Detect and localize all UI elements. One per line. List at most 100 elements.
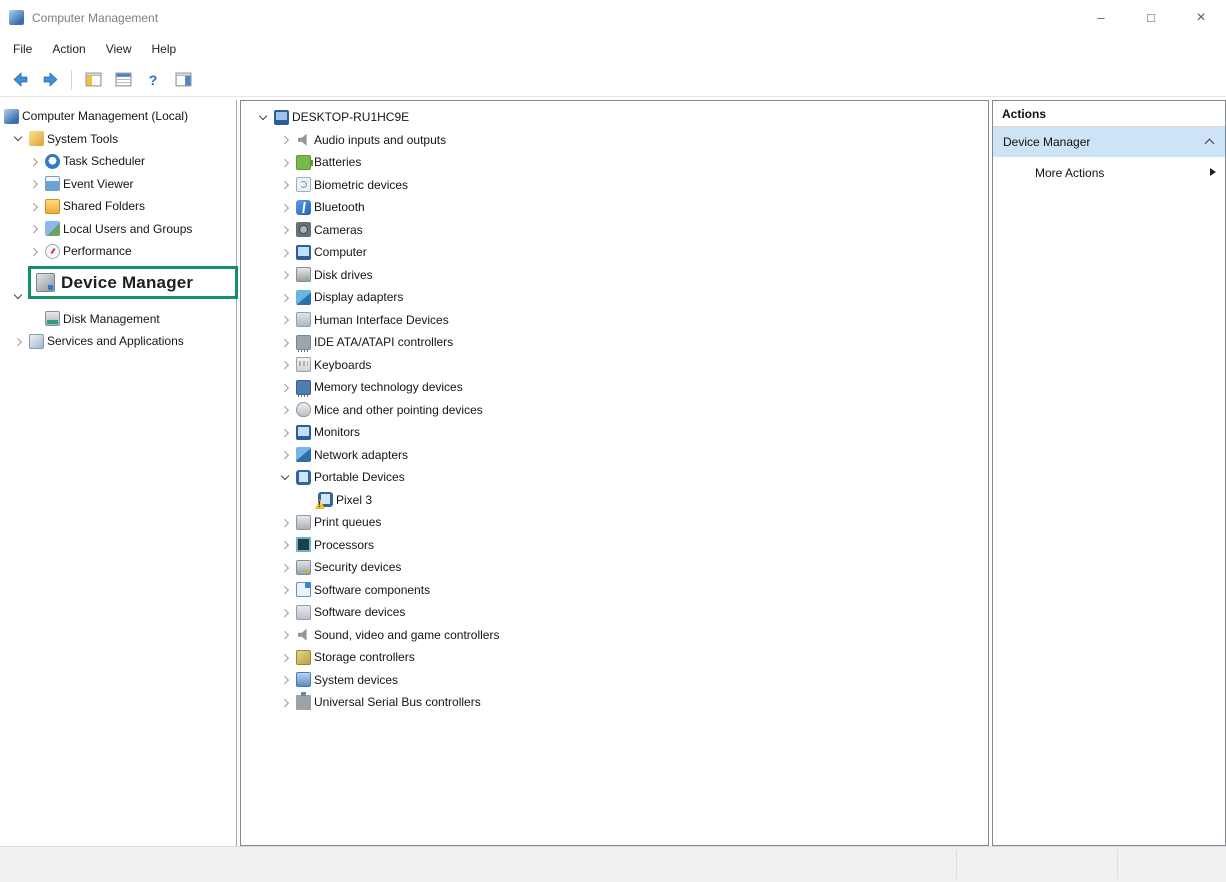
chevron-right-icon[interactable] — [277, 312, 293, 328]
tree-item-label: Batteries — [314, 155, 361, 169]
chevron-up-icon[interactable] — [1205, 137, 1215, 147]
device-tree-item-human-interface-devices[interactable]: Human Interface Devices — [241, 309, 988, 332]
device-tree-item-processors[interactable]: Processors — [241, 534, 988, 557]
device-tree-item-sound-video-and-game-controllers[interactable]: Sound, video and game controllers — [241, 624, 988, 647]
chevron-right-icon[interactable] — [277, 694, 293, 710]
camera-icon — [296, 222, 311, 237]
console-tree-item-computer-management-local[interactable]: Computer Management (Local) — [0, 105, 236, 128]
chevron-right-icon[interactable] — [26, 176, 42, 192]
tree-item-label: Storage controllers — [314, 650, 415, 664]
device-tree-item-storage-controllers[interactable]: Storage controllers — [241, 646, 988, 669]
chevron-right-icon[interactable] — [26, 153, 42, 169]
chevron-right-icon[interactable] — [277, 649, 293, 665]
device-tree-item-memory-technology-devices[interactable]: Memory technology devices — [241, 376, 988, 399]
properties-button[interactable] — [111, 68, 135, 92]
chevron-right-icon[interactable] — [277, 379, 293, 395]
chevron-right-icon[interactable] — [26, 243, 42, 259]
more-actions-item[interactable]: More Actions — [993, 157, 1225, 188]
device-tree-item-universal-serial-bus-controllers[interactable]: Universal Serial Bus controllers — [241, 691, 988, 714]
device-tree-item-network-adapters[interactable]: Network adapters — [241, 444, 988, 467]
device-tree-item-software-components[interactable]: Software components — [241, 579, 988, 602]
device-tree-item-disk-drives[interactable]: Disk drives — [241, 264, 988, 287]
device-tree-item-ide-ata-atapi-controllers[interactable]: IDE ATA/ATAPI controllers — [241, 331, 988, 354]
chevron-right-icon[interactable] — [277, 424, 293, 440]
device-tree-item-print-queues[interactable]: Print queues — [241, 511, 988, 534]
chevron-right-icon[interactable] — [277, 199, 293, 215]
chevron-right-icon[interactable] — [277, 537, 293, 553]
device-tree-item-software-devices[interactable]: Software devices — [241, 601, 988, 624]
device-tree-item-system-devices[interactable]: System devices — [241, 669, 988, 692]
computer-mgmt-icon — [4, 109, 19, 124]
menu-help[interactable]: Help — [142, 38, 187, 60]
close-button[interactable]: × — [1176, 0, 1226, 35]
chevron-right-icon[interactable] — [26, 221, 42, 237]
device-tree-item-pixel-3[interactable]: Pixel 3 — [241, 489, 988, 512]
device-tree-item-keyboards[interactable]: Keyboards — [241, 354, 988, 377]
annotation-highlight-device-manager[interactable]: Device Manager — [28, 266, 238, 299]
chevron-down-icon[interactable] — [255, 109, 271, 125]
back-arrow-icon — [12, 71, 29, 88]
chevron-down-icon[interactable] — [10, 288, 26, 304]
device-tree-item-desktop-ru1hc9e[interactable]: DESKTOP-RU1HC9E — [241, 106, 988, 129]
device-tree-item-audio-inputs-and-outputs[interactable]: Audio inputs and outputs — [241, 129, 988, 152]
chevron-right-icon[interactable] — [277, 334, 293, 350]
device-tree-item-mice-and-other-pointing-devices[interactable]: Mice and other pointing devices — [241, 399, 988, 422]
chevron-right-icon[interactable] — [277, 289, 293, 305]
menu-view[interactable]: View — [96, 38, 142, 60]
device-tree-item-biometric-devices[interactable]: Biometric devices — [241, 174, 988, 197]
actions-section-device-manager[interactable]: Device Manager — [993, 127, 1225, 157]
chevron-down-icon[interactable] — [10, 131, 26, 147]
back-button[interactable] — [8, 68, 32, 92]
chevron-right-icon[interactable] — [277, 154, 293, 170]
minimize-button[interactable]: – — [1076, 0, 1126, 35]
device-tree-item-display-adapters[interactable]: Display adapters — [241, 286, 988, 309]
chevron-right-icon[interactable] — [277, 244, 293, 260]
show-hide-action-pane-button[interactable] — [171, 68, 195, 92]
console-tree-item-task-scheduler[interactable]: Task Scheduler — [0, 150, 236, 173]
device-tree-item-portable-devices[interactable]: Portable Devices — [241, 466, 988, 489]
device-tree-item-bluetooth[interactable]: Bluetooth — [241, 196, 988, 219]
console-tree-item-performance[interactable]: Performance — [0, 240, 236, 263]
chevron-right-icon[interactable] — [277, 177, 293, 193]
chevron-right-icon[interactable] — [277, 514, 293, 530]
console-tree-item-services-and-applications[interactable]: Services and Applications — [0, 330, 236, 353]
chevron-right-icon[interactable] — [277, 447, 293, 463]
chevron-right-icon[interactable] — [277, 267, 293, 283]
chevron-right-icon[interactable] — [277, 672, 293, 688]
status-separator — [956, 850, 957, 879]
title-bar: Computer Management – □ × — [0, 0, 1226, 35]
console-tree-item-shared-folders[interactable]: Shared Folders — [0, 195, 236, 218]
chevron-right-icon[interactable] — [277, 357, 293, 373]
console-tree-item-system-tools[interactable]: System Tools — [0, 128, 236, 151]
show-hide-console-tree-button[interactable] — [81, 68, 105, 92]
chevron-right-icon[interactable] — [277, 627, 293, 643]
maximize-button[interactable]: □ — [1126, 0, 1176, 35]
chevron-right-icon[interactable] — [277, 559, 293, 575]
security-icon — [296, 560, 311, 575]
toolbar: ? — [0, 63, 1226, 97]
chevron-down-icon[interactable] — [277, 469, 293, 485]
chevron-right-icon[interactable] — [277, 582, 293, 598]
chevron-right-icon[interactable] — [277, 222, 293, 238]
chevron-right-icon[interactable] — [26, 198, 42, 214]
menu-action[interactable]: Action — [42, 38, 95, 60]
device-tree-item-computer[interactable]: Computer — [241, 241, 988, 264]
chevron-right-icon[interactable] — [277, 402, 293, 418]
console-tree-item-local-users-and-groups[interactable]: Local Users and Groups — [0, 218, 236, 241]
help-button[interactable]: ? — [141, 68, 165, 92]
device-tree-item-monitors[interactable]: Monitors — [241, 421, 988, 444]
performance-icon — [45, 244, 60, 259]
console-tree-item-event-viewer[interactable]: Event Viewer — [0, 173, 236, 196]
device-tree-item-batteries[interactable]: Batteries — [241, 151, 988, 174]
system-dev-icon — [296, 672, 311, 687]
chevron-right-icon[interactable] — [277, 132, 293, 148]
chevron-right-icon[interactable] — [277, 604, 293, 620]
chevron-right-icon[interactable] — [10, 333, 26, 349]
menu-file[interactable]: File — [3, 38, 42, 60]
forward-button[interactable] — [38, 68, 62, 92]
device-tree-item-cameras[interactable]: Cameras — [241, 219, 988, 242]
tree-item-label: Pixel 3 — [336, 493, 372, 507]
device-tree-item-security-devices[interactable]: Security devices — [241, 556, 988, 579]
console-tree-item-disk-management[interactable]: Disk Management — [0, 308, 236, 331]
app-icon — [9, 10, 24, 25]
